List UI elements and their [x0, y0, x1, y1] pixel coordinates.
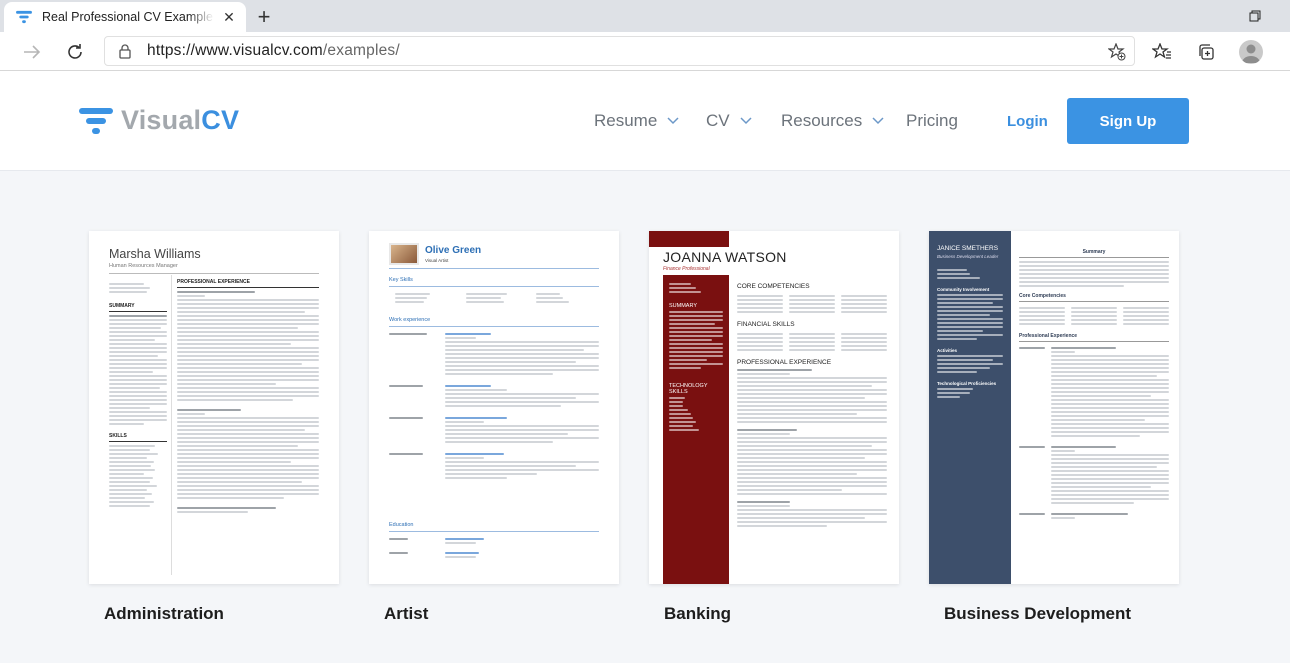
preview-education — [389, 536, 599, 560]
resume-preview-name: Marsha Williams — [109, 247, 201, 261]
close-tab-icon[interactable]: ✕ — [220, 8, 238, 26]
logo-word-visual: Visual — [121, 105, 202, 135]
chevron-down-icon — [740, 117, 752, 125]
nav-cv[interactable]: CV — [706, 111, 752, 131]
site-header: VisualCV Resume CV Resources Pricing Log… — [0, 71, 1290, 171]
preview-section-heading: Work experience — [389, 317, 431, 323]
example-card-banking[interactable]: JOANNA WATSON Finance Professional SUMMA… — [649, 231, 899, 584]
preview-section-heading: PROFESSIONAL EXPERIENCE — [177, 279, 250, 285]
resume-preview-sidebar: JANICE SMETHERS Business Development Lea… — [929, 231, 1011, 584]
example-card-business-development[interactable]: JANICE SMETHERS Business Development Lea… — [929, 231, 1179, 584]
preview-section-heading: FINANCIAL SKILLS — [737, 321, 795, 328]
logo-wordmark: VisualCV — [121, 105, 239, 136]
nav-resume[interactable]: Resume — [594, 111, 679, 131]
preview-section-heading: SKILLS — [109, 433, 127, 439]
example-label-business-development[interactable]: Business Development — [944, 604, 1131, 624]
example-label-banking[interactable]: Banking — [664, 604, 731, 624]
nav-cv-label: CV — [706, 111, 730, 130]
preview-section-heading: Key Skills — [389, 277, 413, 283]
divider — [389, 268, 599, 269]
divider — [171, 275, 172, 575]
resume-preview-name: JOANNA WATSON — [663, 249, 787, 265]
signup-button[interactable]: Sign Up — [1067, 98, 1189, 144]
browser-tab[interactable]: Real Professional CV Example & ✕ — [4, 2, 246, 32]
nav-resume-label: Resume — [594, 111, 658, 130]
divider — [389, 286, 599, 287]
preview-section-heading: Core Competencies — [1019, 293, 1066, 299]
browser-tab-strip: Real Professional CV Example & ✕ + — [0, 0, 1290, 32]
resume-preview-sidebar: SUMMARY SKILLS — [109, 281, 167, 509]
accent-bar — [649, 231, 729, 247]
address-bar[interactable]: https://www.visualcv.com/examples/ — [104, 36, 1135, 66]
divider — [389, 531, 599, 532]
resume-preview-subtitle: Human Resources Manager — [109, 263, 178, 269]
browser-toolbar: https://www.visualcv.com/examples/ — [0, 32, 1290, 71]
nav-pricing[interactable]: Pricing — [906, 111, 958, 131]
visualcv-logo[interactable]: VisualCV — [79, 105, 239, 136]
divider — [389, 326, 599, 327]
collections-icon[interactable] — [1194, 40, 1218, 64]
nav-resources[interactable]: Resources — [781, 111, 884, 131]
preview-section-heading: Community Involvement — [937, 287, 990, 292]
profile-avatar-icon[interactable] — [1239, 40, 1263, 64]
resume-preview-name: Olive Green — [425, 245, 482, 256]
resume-preview-subtitle: Finance Professional — [663, 266, 710, 272]
resume-preview-body: PROFESSIONAL EXPERIENCE — [177, 275, 319, 515]
preview-section-heading: PROFESSIONAL EXPERIENCE — [737, 359, 832, 366]
url-path: /examples/ — [322, 42, 400, 59]
preview-section-heading: Professional Experience — [1019, 333, 1078, 339]
chevron-down-icon — [667, 117, 679, 125]
restore-window-icon[interactable] — [1232, 0, 1278, 32]
preview-section-heading: TECHNOLOGY SKILLS — [669, 383, 708, 395]
add-favorite-icon[interactable] — [1108, 43, 1126, 61]
forward-icon[interactable] — [18, 38, 46, 66]
divider — [109, 273, 319, 274]
preview-section-heading: Summary — [1082, 249, 1106, 255]
preview-experience — [389, 331, 599, 487]
example-card-administration[interactable]: Marsha Williams Human Resources Manager … — [89, 231, 339, 584]
nav-pricing-label: Pricing — [906, 111, 958, 130]
preview-section-heading: Activities — [937, 348, 958, 353]
lock-icon[interactable] — [117, 43, 133, 59]
nav-resources-label: Resources — [781, 111, 863, 130]
resume-preview-name: JANICE SMETHERS — [937, 245, 999, 252]
example-label-artist[interactable]: Artist — [384, 604, 428, 624]
url-host: https://www.visualcv.com — [147, 42, 323, 59]
favorites-icon[interactable] — [1150, 40, 1174, 64]
profile-photo — [389, 243, 419, 265]
url-text: https://www.visualcv.com/examples/ — [147, 42, 400, 60]
reload-icon[interactable] — [61, 38, 89, 66]
preview-section-heading: CORE COMPETENCIES — [737, 283, 810, 290]
preview-section-heading: Education — [389, 522, 414, 528]
new-tab-icon[interactable]: + — [252, 4, 276, 29]
example-card-artist[interactable]: Olive Green Visual Artist Key Skills Wor… — [369, 231, 619, 584]
resume-preview-sidebar: SUMMARY TECHNOLOGY SKILLS — [663, 275, 729, 584]
example-label-administration[interactable]: Administration — [104, 604, 224, 624]
chevron-down-icon — [872, 117, 884, 125]
preview-section-heading: SUMMARY — [669, 303, 698, 309]
tab-title: Real Professional CV Example & — [42, 10, 214, 24]
resume-preview-subtitle: Visual Artist — [425, 258, 449, 263]
preview-skills-grid — [395, 291, 595, 305]
resume-preview-body: Summary Core Competencies Professional E… — [1019, 243, 1169, 521]
preview-section-heading: Technological Proficiencies — [937, 381, 997, 386]
resume-preview-body: CORE COMPETENCIES FINANCIAL SKILLS PROFE… — [737, 277, 887, 529]
resume-preview-subtitle: Business Development Leader — [937, 254, 999, 259]
preview-section-heading: SUMMARY — [109, 303, 135, 309]
login-link[interactable]: Login — [1007, 113, 1048, 130]
logo-word-cv: CV — [201, 105, 240, 135]
visualcv-logo-icon — [79, 107, 113, 134]
visualcv-favicon-icon — [16, 10, 32, 24]
